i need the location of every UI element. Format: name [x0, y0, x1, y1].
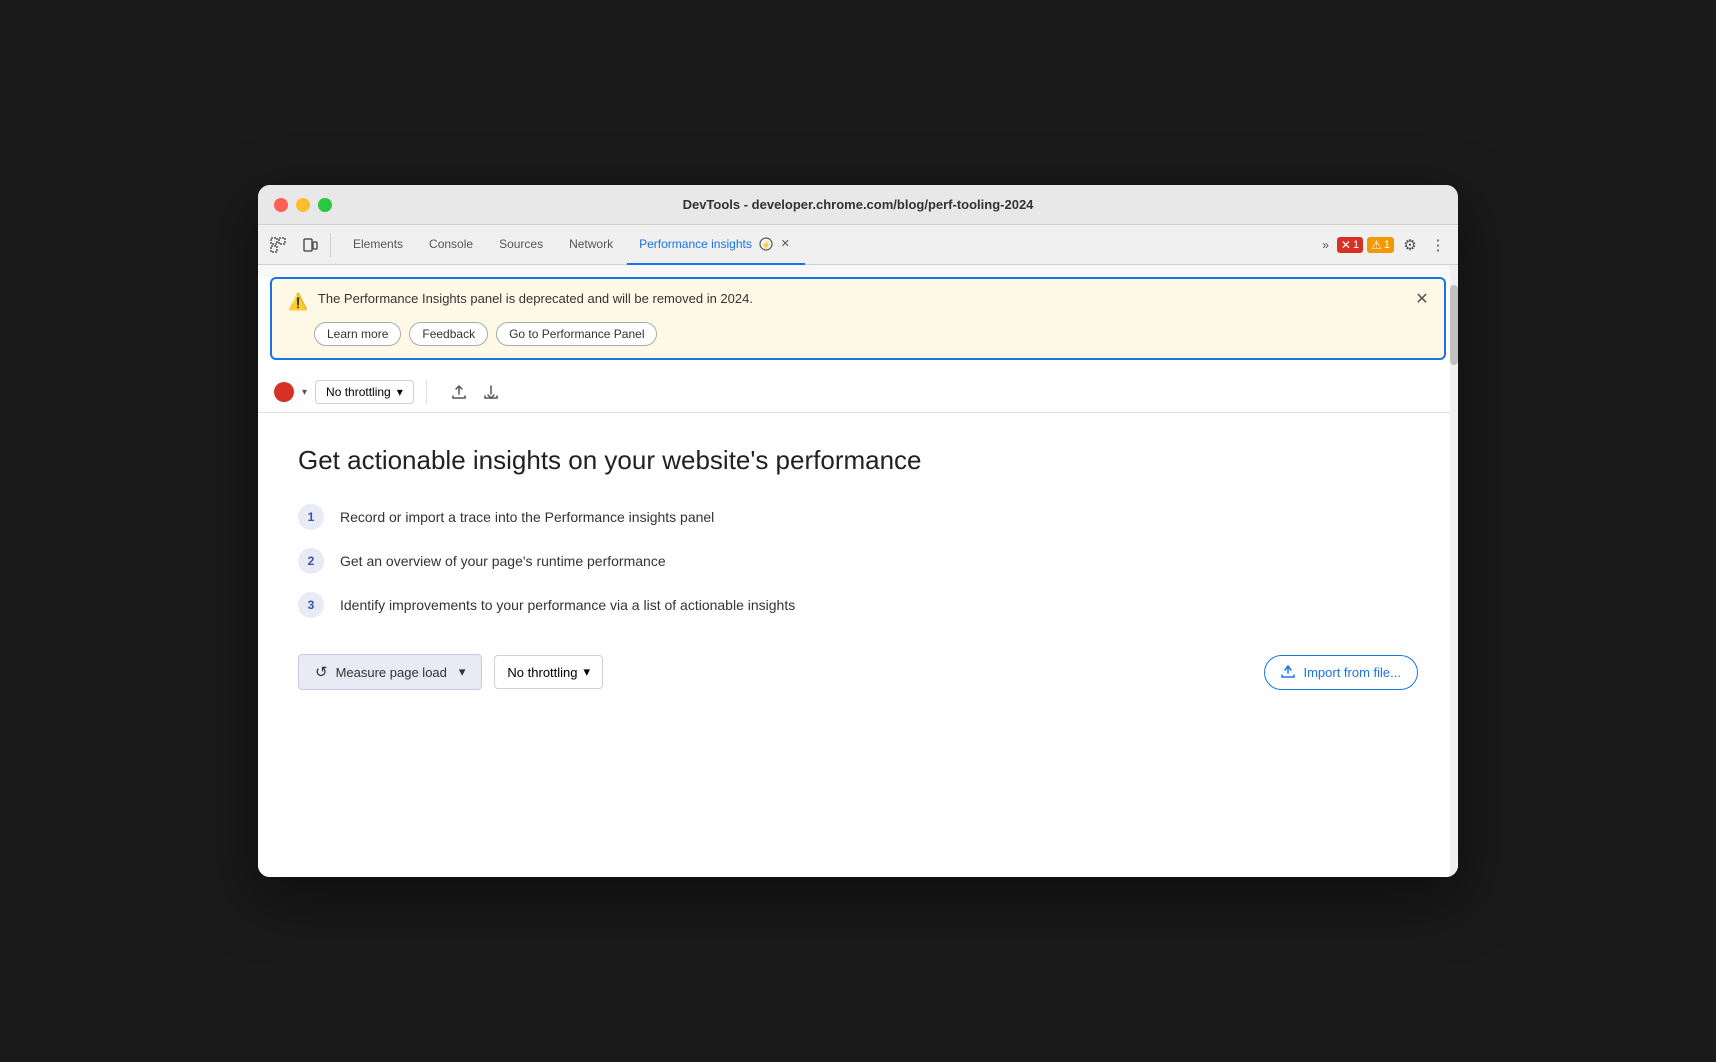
scrollbar[interactable] — [1450, 265, 1458, 877]
actions-row: ↺ Measure page load ▾ No throttling ▾ — [298, 654, 1418, 690]
inspect-element-icon[interactable] — [266, 233, 290, 257]
step-number-3: 3 — [298, 592, 324, 618]
measure-icon: ↺ — [315, 663, 328, 681]
step-item-1: 1 Record or import a trace into the Perf… — [298, 504, 1418, 530]
banner-buttons: Learn more Feedback Go to Performance Pa… — [314, 322, 1428, 346]
performance-insights-panel: ⚠️ The Performance Insights panel is dep… — [258, 277, 1458, 877]
device-toolbar-icon[interactable] — [298, 233, 322, 257]
throttle-select-top[interactable]: No throttling ▾ — [315, 380, 414, 404]
more-options-icon[interactable]: ⋮ — [1426, 233, 1450, 257]
record-button[interactable] — [274, 382, 294, 402]
main-title: Get actionable insights on your website'… — [298, 445, 1418, 476]
import-icon — [1281, 664, 1295, 681]
learn-more-button[interactable]: Learn more — [314, 322, 401, 346]
throttle-select-bottom[interactable]: No throttling ▾ — [494, 655, 603, 689]
minimize-button[interactable] — [296, 198, 310, 212]
panel-content: ⚠️ The Performance Insights panel is dep… — [258, 265, 1458, 877]
tab-actions: » ✕ 1 ⚠ 1 ⚙ ⋮ — [1318, 233, 1450, 257]
maximize-button[interactable] — [318, 198, 332, 212]
export-upload-icon[interactable] — [447, 380, 471, 404]
scrollbar-thumb[interactable] — [1450, 285, 1458, 365]
steps-list: 1 Record or import a trace into the Perf… — [298, 504, 1418, 618]
warning-badge: ⚠ 1 — [1367, 237, 1394, 253]
deprecation-banner: ⚠️ The Performance Insights panel is dep… — [270, 277, 1446, 360]
export-download-icon[interactable] — [479, 380, 503, 404]
title-bar: DevTools - developer.chrome.com/blog/per… — [258, 185, 1458, 225]
tab-performance-insights[interactable]: Performance insights ⚡ ✕ — [627, 225, 805, 265]
import-from-file-button[interactable]: Import from file... — [1264, 655, 1418, 690]
measure-dropdown-arrow: ▾ — [459, 664, 466, 680]
go-to-performance-button[interactable]: Go to Performance Panel — [496, 322, 657, 346]
step-number-1: 1 — [298, 504, 324, 530]
tab-elements[interactable]: Elements — [341, 225, 415, 265]
more-tabs-icon[interactable]: » — [1318, 234, 1333, 256]
close-button[interactable] — [274, 198, 288, 212]
devtools-window: DevTools - developer.chrome.com/blog/per… — [258, 185, 1458, 877]
banner-close-button[interactable]: ✕ — [1412, 289, 1432, 309]
record-dropdown-arrow[interactable]: ▾ — [302, 387, 307, 398]
settings-icon[interactable]: ⚙ — [1398, 233, 1422, 257]
svg-text:⚡: ⚡ — [761, 240, 771, 250]
step-number-2: 2 — [298, 548, 324, 574]
step-text-1: Record or import a trace into the Perfor… — [340, 509, 714, 525]
traffic-lights — [274, 198, 332, 212]
step-item-3: 3 Identify improvements to your performa… — [298, 592, 1418, 618]
tab-sources[interactable]: Sources — [487, 225, 555, 265]
measure-page-load-button[interactable]: ↺ Measure page load ▾ — [298, 654, 482, 690]
error-badge: ✕ 1 — [1337, 237, 1363, 253]
tab-network[interactable]: Network — [557, 225, 625, 265]
toolbar-divider — [426, 380, 427, 404]
step-item-2: 2 Get an overview of your page's runtime… — [298, 548, 1418, 574]
insights-toolbar: ▾ No throttling ▾ — [258, 372, 1458, 413]
tabs-bar: Elements Console Sources Network Perform… — [258, 225, 1458, 265]
banner-message: ⚠️ The Performance Insights panel is dep… — [288, 291, 1428, 312]
tab-console[interactable]: Console — [417, 225, 485, 265]
toolbar-icons — [266, 233, 331, 257]
window-title: DevTools - developer.chrome.com/blog/per… — [683, 197, 1034, 212]
warning-icon: ⚠️ — [288, 292, 308, 312]
export-buttons — [447, 380, 503, 404]
step-text-3: Identify improvements to your performanc… — [340, 597, 795, 613]
feedback-button[interactable]: Feedback — [409, 322, 488, 346]
step-text-2: Get an overview of your page's runtime p… — [340, 553, 666, 569]
devtools-body: Elements Console Sources Network Perform… — [258, 225, 1458, 877]
main-content: Get actionable insights on your website'… — [258, 413, 1458, 722]
close-tab-icon[interactable]: ✕ — [777, 236, 793, 252]
